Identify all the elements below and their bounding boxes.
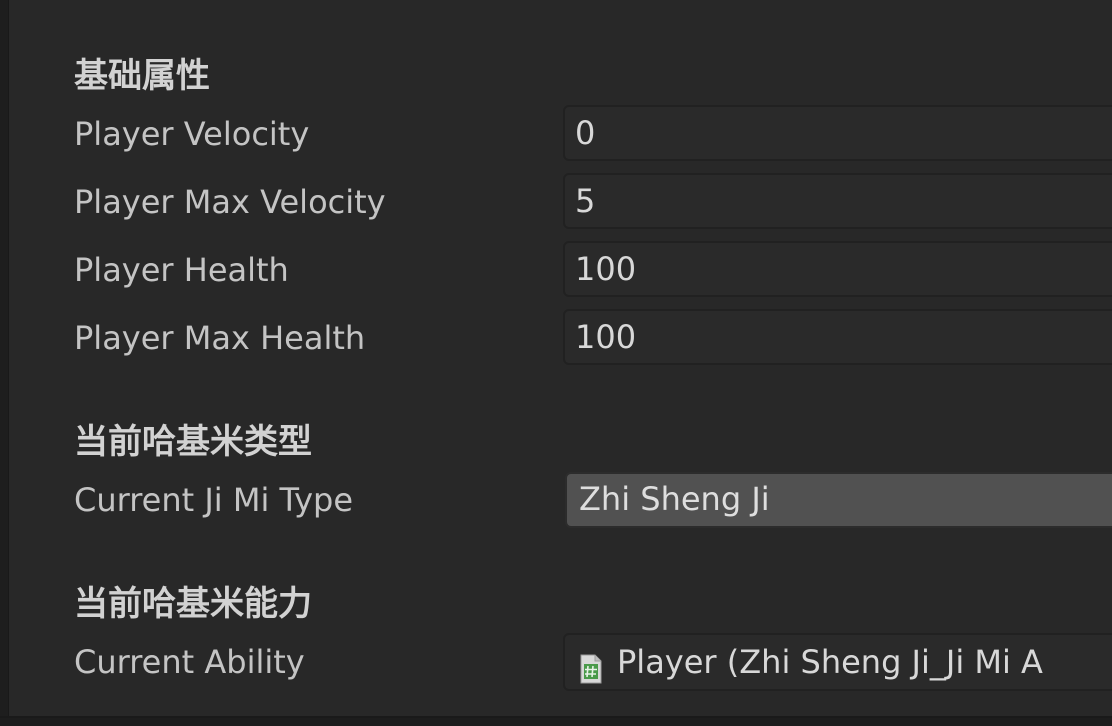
player-max-velocity-input[interactable]: 5 (563, 173, 1112, 229)
field-label-player-max-health: Player Max Health (74, 319, 366, 357)
field-label-current-ability: Current Ability (74, 643, 305, 681)
current-ability-value: Player (Zhi Sheng Ji_Ji Mi A (617, 643, 1043, 681)
current-type-value: Zhi Sheng Ji (579, 480, 770, 518)
field-label-player-health: Player Health (74, 251, 289, 289)
current-ability-object-field[interactable]: Player (Zhi Sheng Ji_Ji Mi A (563, 633, 1112, 691)
field-label-player-velocity: Player Velocity (74, 115, 310, 153)
section-header-ability: 当前哈基米能力 (74, 584, 312, 624)
player-health-input[interactable]: 100 (563, 241, 1112, 297)
player-max-health-input[interactable]: 100 (563, 309, 1112, 365)
bottom-panel-border (0, 716, 1112, 726)
section-header-type: 当前哈基米类型 (74, 422, 312, 462)
left-panel-border (0, 0, 9, 726)
field-label-current-type: Current Ji Mi Type (74, 481, 354, 519)
script-icon (579, 646, 603, 684)
player-velocity-input[interactable]: 0 (563, 105, 1112, 161)
section-header-basic: 基础属性 (74, 56, 210, 96)
current-type-dropdown[interactable]: Zhi Sheng Ji (565, 472, 1112, 528)
field-label-player-max-velocity: Player Max Velocity (74, 183, 386, 221)
